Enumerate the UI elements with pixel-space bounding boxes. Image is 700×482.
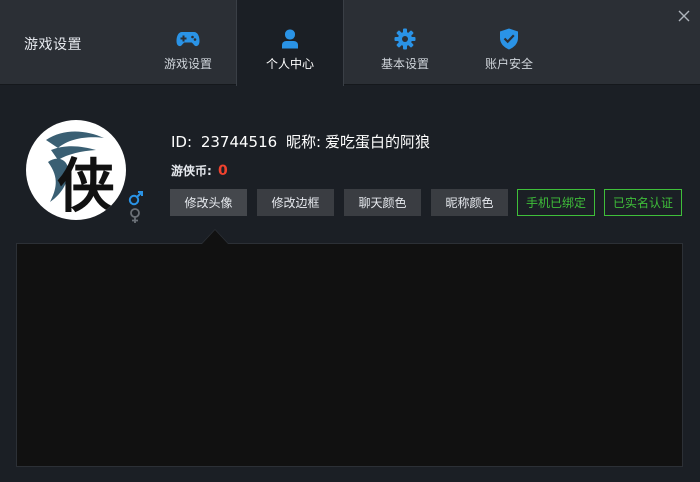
gamepad-icon [176,28,200,50]
tab-personal-center[interactable]: 个人中心 [236,0,344,86]
real-name-verified-badge[interactable]: 已实名认证 [604,189,682,216]
coin-line: 游侠币: 0 [171,162,228,179]
chat-color-button[interactable]: 聊天颜色 [344,189,421,216]
tab-label: 个人中心 [265,57,314,71]
tab-account-security[interactable]: 账户安全 [460,0,558,85]
male-icon[interactable] [128,190,144,206]
id-value: 23744516 [200,133,278,151]
nickname-value: 爱吃蛋白的阿狼 [325,133,431,151]
coin-label: 游侠币: [171,164,212,178]
avatar-selection-panel [16,243,683,467]
profile-id-line: ID: 23744516 昵称: 爱吃蛋白的阿狼 [171,131,434,152]
window-title: 游戏设置 [24,37,82,53]
nickname-color-button[interactable]: 昵称颜色 [431,189,508,216]
tab-label: 账户安全 [484,57,533,71]
tab-game-settings[interactable]: 游戏设置 [140,0,236,85]
top-bar: 游戏设置 游戏设置 个人中心 基本设置 账户安全 [0,0,700,86]
tab-label: 游戏设置 [163,57,212,71]
nickname-label: 昵称: [285,133,322,151]
change-frame-button[interactable]: 修改边框 [257,189,334,216]
close-icon[interactable] [676,8,692,24]
phone-bound-badge[interactable]: 手机已绑定 [517,189,595,216]
gear-icon [393,28,417,50]
shield-check-icon [497,28,521,50]
panel-pointer [201,229,229,244]
avatar[interactable]: 侠 [26,120,126,220]
tab-label: 基本设置 [380,57,429,71]
female-icon[interactable] [128,207,142,224]
tab-basic-settings[interactable]: 基本设置 [350,0,460,85]
coin-value: 0 [218,163,228,179]
id-label: ID: [171,133,193,151]
user-icon [278,28,302,50]
avatar-glyph: 侠 [57,152,115,220]
change-avatar-button[interactable]: 修改头像 [170,189,247,216]
